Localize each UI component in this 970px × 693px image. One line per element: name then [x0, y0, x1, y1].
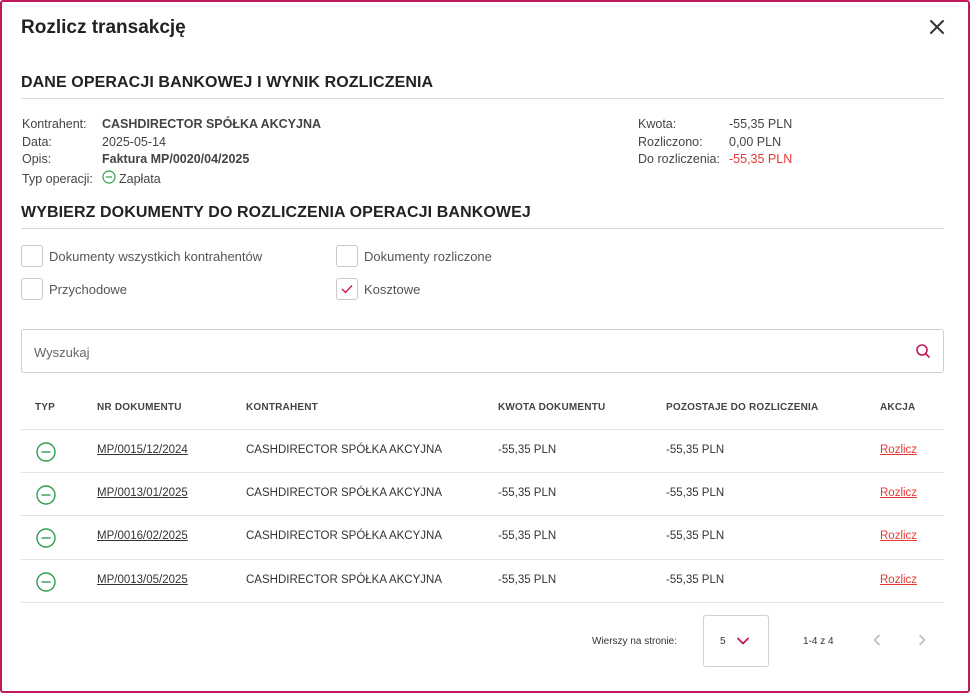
table-row: MP/0013/01/2025 CASHDIRECTOR SPÓŁKA AKCY…: [21, 472, 944, 515]
settle-link[interactable]: Rozlicz: [880, 574, 917, 586]
table-row: MP/0013/05/2025 CASHDIRECTOR SPÓŁKA AKCY…: [21, 559, 944, 602]
checkbox-label: Przychodowe: [49, 281, 128, 297]
checkmark-icon: [341, 285, 353, 294]
checkbox-all-contractors[interactable]: Dokumenty wszystkich kontrahentów: [21, 245, 262, 267]
rows-per-page-value: 5: [720, 636, 726, 647]
rows-per-page-label: Wierszy na stronie:: [592, 636, 678, 647]
minus-circle-icon: [36, 485, 56, 505]
rozliczono-value: 0,00 PLN: [729, 135, 782, 149]
document-amount-cell: -55,35 PLN: [498, 487, 557, 499]
settle-link[interactable]: Rozlicz: [880, 487, 917, 499]
checkbox-label: Dokumenty wszystkich kontrahentów: [49, 248, 263, 264]
dialog-title: Rozlicz transakcję: [21, 17, 186, 38]
column-header-akcja: AKCJA: [880, 402, 916, 413]
opis-value: Faktura MP/0020/04/2025: [102, 152, 250, 166]
document-amount-cell: -55,35 PLN: [498, 530, 557, 542]
contractor-cell: CASHDIRECTOR SPÓŁKA AKCYJNA: [246, 530, 442, 542]
checkbox-label: Kosztowe: [364, 281, 421, 297]
checkbox-label: Dokumenty rozliczone: [364, 248, 492, 264]
table-row: MP/0016/02/2025 CASHDIRECTOR SPÓŁKA AKCY…: [21, 515, 944, 558]
remaining-amount-cell: -55,35 PLN: [666, 574, 725, 586]
document-number-link[interactable]: MP/0013/01/2025: [97, 487, 188, 499]
table-bottom-border: [21, 602, 944, 603]
pagination-range: 1-4 z 4: [803, 636, 834, 647]
kwota-label: Kwota:: [638, 117, 677, 131]
typ-operacji-value: Zapłata: [119, 172, 161, 186]
column-header-typ[interactable]: TYP: [35, 402, 55, 413]
remaining-amount-cell: -55,35 PLN: [666, 444, 725, 456]
search-box: [21, 329, 944, 373]
kontrahent-label: Kontrahent:: [22, 117, 87, 131]
settle-link[interactable]: Rozlicz: [880, 444, 917, 456]
column-header-kwota-dokumentu[interactable]: KWOTA DOKUMENTU: [498, 402, 605, 413]
remaining-amount-cell: -55,35 PLN: [666, 487, 725, 499]
checkbox-cost[interactable]: Kosztowe: [336, 278, 420, 300]
chevron-left-icon[interactable]: [870, 633, 884, 647]
close-icon[interactable]: [926, 16, 948, 38]
chevron-right-icon[interactable]: [915, 633, 929, 647]
data-label: Data:: [22, 135, 52, 149]
document-number-link[interactable]: MP/0015/12/2024: [97, 444, 188, 456]
document-amount-cell: -55,35 PLN: [498, 574, 557, 586]
column-header-nr-dokumentu[interactable]: NR DOKUMENTU: [97, 402, 182, 413]
checkbox-settled-documents[interactable]: Dokumenty rozliczone: [336, 245, 492, 267]
minus-circle-icon: [36, 572, 56, 592]
column-header-kontrahent[interactable]: KONTRAHENT: [246, 402, 318, 413]
remaining-amount-cell: -55,35 PLN: [666, 530, 725, 542]
checkbox-box[interactable]: [21, 245, 43, 267]
search-icon[interactable]: [915, 343, 931, 359]
contractor-cell: CASHDIRECTOR SPÓŁKA AKCYJNA: [246, 444, 442, 456]
search-input[interactable]: [34, 340, 894, 364]
select-documents-section-title: WYBIERZ DOKUMENTY DO ROZLICZENIA OPERACJ…: [21, 204, 531, 221]
rows-per-page-select[interactable]: 5: [703, 615, 769, 667]
checkbox-box[interactable]: [336, 278, 358, 300]
table-row: MP/0015/12/2024 CASHDIRECTOR SPÓŁKA AKCY…: [21, 429, 944, 472]
settle-link[interactable]: Rozlicz: [880, 530, 917, 542]
typ-operacji-label: Typ operacji:: [22, 172, 93, 186]
minus-circle-icon: [102, 170, 116, 184]
data-value: 2025-05-14: [102, 135, 166, 149]
kontrahent-value: CASHDIRECTOR SPÓŁKA AKCYJNA: [102, 117, 322, 131]
minus-circle-icon: [36, 442, 56, 462]
column-header-pozostaje[interactable]: POZOSTAJE DO ROZLICZENIA: [666, 402, 818, 413]
do-rozliczenia-value: -55,35 PLN: [729, 152, 793, 166]
section-divider: [21, 98, 944, 99]
do-rozliczenia-label: Do rozliczenia:: [638, 152, 720, 166]
checkbox-box[interactable]: [21, 278, 43, 300]
document-number-link[interactable]: MP/0016/02/2025: [97, 530, 188, 542]
contractor-cell: CASHDIRECTOR SPÓŁKA AKCYJNA: [246, 574, 442, 586]
rozliczono-label: Rozliczono:: [638, 135, 703, 149]
contractor-cell: CASHDIRECTOR SPÓŁKA AKCYJNA: [246, 487, 442, 499]
opis-label: Opis:: [22, 152, 52, 166]
document-number-link[interactable]: MP/0013/05/2025: [97, 574, 188, 586]
checkbox-box[interactable]: [336, 245, 358, 267]
kwota-value: -55,35 PLN: [729, 117, 793, 131]
minus-circle-icon: [36, 528, 56, 548]
section-divider: [21, 228, 944, 229]
checkbox-income[interactable]: Przychodowe: [21, 278, 127, 300]
bank-operation-section-title: DANE OPERACJI BANKOWEJ I WYNIK ROZLICZEN…: [21, 74, 434, 91]
chevron-down-icon: [737, 637, 749, 645]
document-amount-cell: -55,35 PLN: [498, 444, 557, 456]
